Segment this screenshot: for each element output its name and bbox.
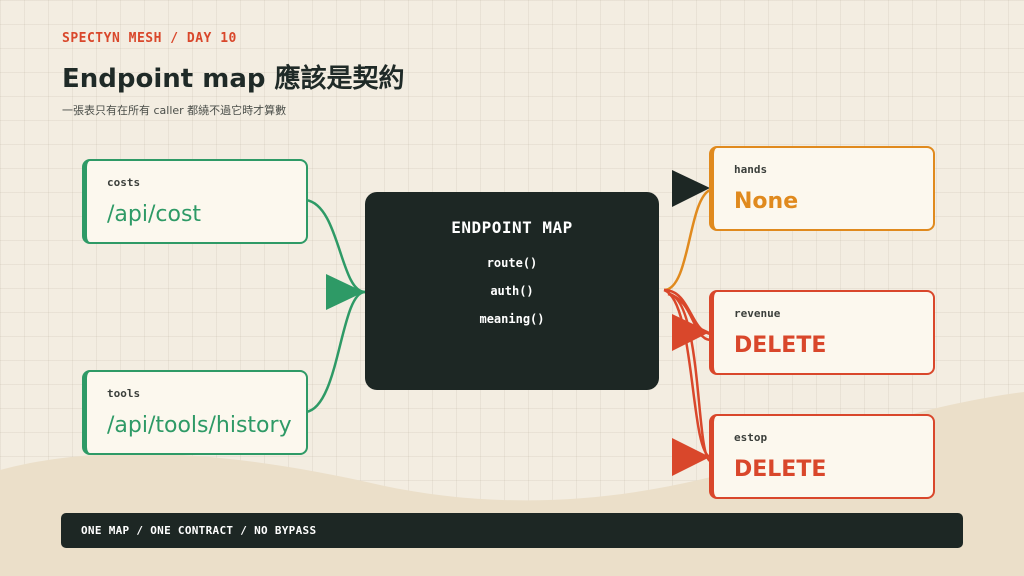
target-card-estop: estop DELETE — [709, 414, 935, 499]
target-label: hands — [734, 163, 768, 176]
endpoint-map-line: route() — [486, 256, 538, 270]
source-path: /api/tools/history — [107, 413, 292, 438]
target-label: estop — [734, 431, 768, 444]
endpoint-map-box: ENDPOINT MAP route() auth() meaning() — [365, 192, 659, 390]
target-value: None — [734, 189, 799, 214]
target-value: DELETE — [734, 333, 827, 358]
footer-text: ONE MAP / ONE CONTRACT / NO BYPASS — [81, 524, 317, 537]
endpoint-map-line: meaning() — [479, 312, 545, 326]
source-card-costs: costs /api/cost — [82, 159, 308, 244]
footer-bar: ONE MAP / ONE CONTRACT / NO BYPASS — [61, 513, 963, 548]
connector-tools — [305, 290, 366, 414]
source-card-tools: tools /api/tools/history — [82, 370, 308, 455]
target-value: DELETE — [734, 457, 827, 482]
source-path: /api/cost — [107, 202, 202, 227]
page-subtitle: 一張表只有在所有 caller 都繞不過它時才算數 — [62, 104, 287, 117]
eyebrow-label: SPECTYN MESH / DAY 10 — [62, 31, 237, 46]
triangle-right-icon — [672, 170, 710, 207]
endpoint-map-line: auth() — [490, 284, 534, 298]
source-label: tools — [107, 387, 141, 400]
connector-hands — [663, 188, 711, 292]
target-card-hands: hands None — [709, 146, 935, 231]
connector-costs — [305, 198, 366, 294]
source-label: costs — [107, 176, 141, 189]
endpoint-map-title: ENDPOINT MAP — [451, 218, 573, 237]
target-card-revenue: revenue DELETE — [709, 290, 935, 375]
triangle-right-icon — [326, 274, 364, 310]
target-label: revenue — [734, 307, 781, 320]
page-title: Endpoint map 應該是契約 — [62, 64, 405, 94]
